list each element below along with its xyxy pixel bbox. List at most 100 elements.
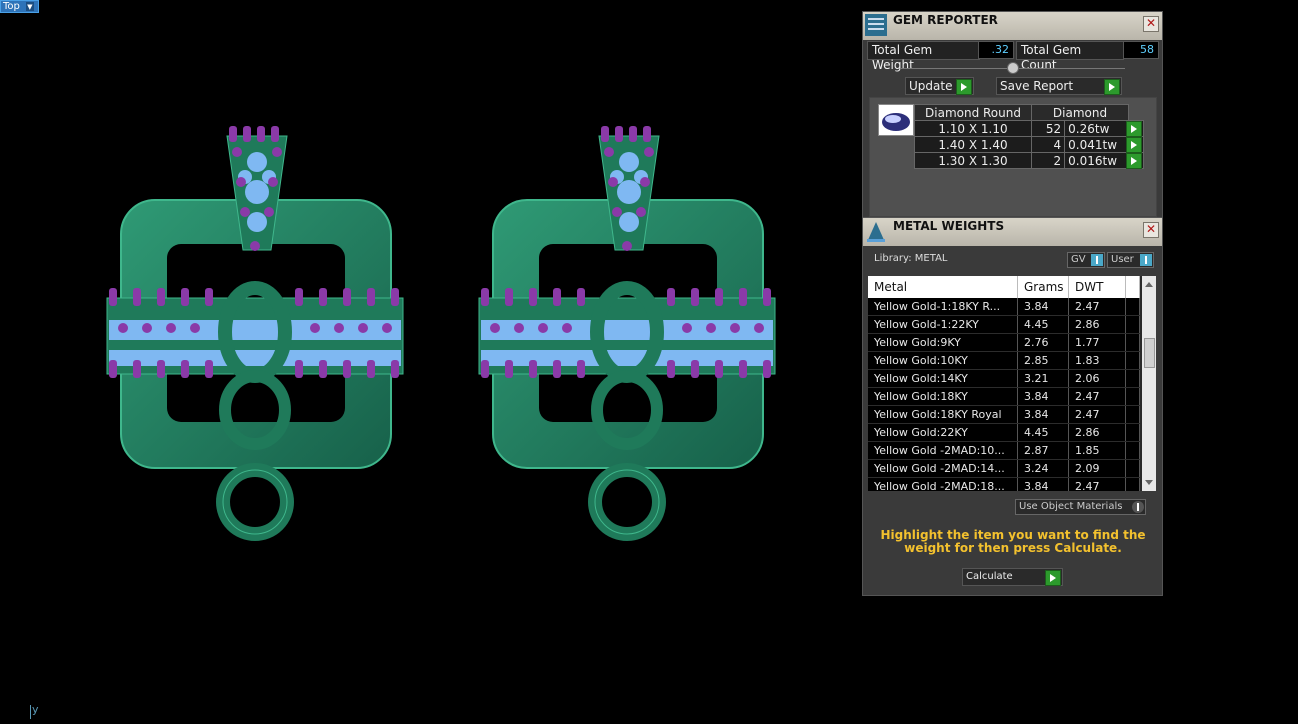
user-toggle[interactable]: User [1107,252,1154,268]
close-icon[interactable]: ✕ [1143,16,1159,32]
toggle-icon [1140,254,1152,266]
column-header-dwt[interactable]: DWT [1069,276,1126,298]
metal-cell-dwt: 2.47 [1069,298,1126,315]
gem-size: 1.10 X 1.10 [914,120,1032,137]
metal-cell-spacer [1126,316,1140,333]
metal-row[interactable]: Yellow Gold:10KY 2.85 1.83 [868,352,1140,370]
metal-row[interactable]: Yellow Gold:9KY 2.76 1.77 [868,334,1140,352]
metal-cell-spacer [1126,334,1140,351]
3d-viewport[interactable]: Top ▼ y [0,0,860,724]
play-icon [1126,121,1142,137]
metal-row[interactable]: Yellow Gold:14KY 3.21 2.06 [868,370,1140,388]
metal-cell-metal: Yellow Gold:10KY [868,352,1018,369]
metal-cell-dwt: 2.86 [1069,316,1126,333]
gem-count: 52 [1030,120,1066,137]
user-label: User [1111,254,1134,265]
metal-row[interactable]: Yellow Gold-1:18KY R... 3.84 2.47 [868,298,1140,316]
metal-cell-dwt: 1.77 [1069,334,1126,351]
metal-cell-spacer [1126,370,1140,387]
gem-row-go-button[interactable] [1126,152,1144,169]
metal-cell-spacer [1126,388,1140,405]
play-icon [1126,137,1142,153]
use-object-materials-label: Use Object Materials [1019,501,1123,512]
metal-cell-metal: Yellow Gold:18KY [868,388,1018,405]
metal-cell-metal: Yellow Gold:9KY [868,334,1018,351]
gem-weight: 0.041tw [1064,136,1129,153]
metal-cell-dwt: 2.47 [1069,406,1126,423]
scroll-thumb[interactable] [1144,338,1155,368]
gem-row[interactable]: 1.40 X 1.40 4 0.041tw [914,136,1144,153]
play-icon [956,79,972,95]
calculate-button[interactable]: Calculate [962,568,1063,586]
metal-row[interactable]: Yellow Gold -2MAD:18... 3.84 2.47 [868,478,1140,491]
metal-weights-title: METAL WEIGHTS [893,219,1005,233]
metal-cell-grams: 4.45 [1018,424,1069,441]
metal-row[interactable]: Yellow Gold-1:22KY 4.45 2.86 [868,316,1140,334]
metal-cell-metal: Yellow Gold -2MAD:14... [868,460,1018,477]
metal-cell-spacer [1126,424,1140,441]
metal-row[interactable]: Yellow Gold -2MAD:14... 3.24 2.09 [868,460,1140,478]
gem-count: 4 [1030,136,1066,153]
metal-cell-grams: 2.76 [1018,334,1069,351]
gem-report-area: Diamond Round Diamond 1.10 X 1.10 52 0.2… [869,97,1157,217]
metal-cell-spacer [1126,460,1140,477]
gem-count: 2 [1030,152,1066,169]
gem-row[interactable]: 1.10 X 1.10 52 0.26tw [914,120,1144,137]
gem-header-type: Diamond [1031,104,1129,121]
update-label: Update [909,79,953,93]
close-icon[interactable]: ✕ [1143,222,1159,238]
metal-cell-spacer [1126,478,1140,491]
radio-icon [1132,501,1144,513]
view-label-top[interactable]: Top ▼ [0,0,39,13]
scroll-down-icon[interactable] [1145,480,1153,485]
view-dropdown-icon[interactable]: ▼ [25,2,34,11]
gem-row-go-button[interactable] [1126,120,1144,137]
metal-row[interactable]: Yellow Gold:22KY 4.45 2.86 [868,424,1140,442]
gem-row-go-button[interactable] [1126,136,1144,153]
metal-cell-grams: 4.45 [1018,316,1069,333]
column-header-metal[interactable]: Metal [868,276,1018,298]
use-object-materials-toggle[interactable]: Use Object Materials [1015,499,1146,515]
column-header-grams[interactable]: Grams [1018,276,1069,298]
gem-reporter-title: GEM REPORTER [893,13,998,27]
metal-row[interactable]: Yellow Gold:18KY Royal 3.84 2.47 [868,406,1140,424]
metal-cell-metal: Yellow Gold:14KY [868,370,1018,387]
metal-list-scrollbar[interactable] [1142,276,1156,491]
total-count-value[interactable]: 58 [1123,41,1159,59]
gv-label: GV [1071,254,1086,265]
gem-size: 1.30 X 1.30 [914,152,1032,169]
metal-list-header: Metal Grams DWT [868,276,1140,298]
metal-cell-dwt: 1.85 [1069,442,1126,459]
total-count-label: Total Gem Count [1016,41,1124,72]
save-report-label: Save Report [1000,79,1074,93]
metal-cell-metal: Yellow Gold -2MAD:18... [868,478,1018,491]
metal-cell-dwt: 1.83 [1069,352,1126,369]
metal-cell-grams: 3.84 [1018,388,1069,405]
pendant-model-left[interactable] [105,122,410,547]
gem-row[interactable]: 1.30 X 1.30 2 0.016tw [914,152,1144,169]
calculate-hint: Highlight the item you want to find the … [880,528,1146,555]
pendant-model-right[interactable] [477,122,782,547]
update-button[interactable]: Update [905,77,974,95]
scroll-up-icon[interactable] [1145,282,1153,287]
metal-cell-dwt: 2.86 [1069,424,1126,441]
metal-cell-metal: Yellow Gold-1:18KY R... [868,298,1018,315]
metal-cell-grams: 2.85 [1018,352,1069,369]
metal-cell-grams: 3.84 [1018,298,1069,315]
metal-row[interactable]: Yellow Gold:18KY 3.84 2.47 [868,388,1140,406]
calculate-label: Calculate [966,571,1013,582]
save-report-button[interactable]: Save Report [996,77,1122,95]
metal-rows: Yellow Gold-1:18KY R... 3.84 2.47 Yellow Go… [868,298,1140,491]
column-header-spacer [1126,276,1140,298]
total-weight-value[interactable]: .32 [978,41,1014,59]
slider-handle[interactable] [1007,62,1019,74]
metal-row[interactable]: Yellow Gold -2MAD:10... 2.87 1.85 [868,442,1140,460]
metal-cell-metal: Yellow Gold -2MAD:10... [868,442,1018,459]
metal-weights-titlebar[interactable]: METAL WEIGHTS ✕ [863,218,1162,246]
gem-reporter-titlebar[interactable]: GEM REPORTER ✕ [863,12,1162,40]
view-name: Top [3,0,20,12]
gv-toggle[interactable]: GV [1067,252,1105,268]
total-weight-label: Total Gem Weight [867,41,980,72]
metal-cell-grams: 2.87 [1018,442,1069,459]
metal-list[interactable]: Metal Grams DWT Yellow Gold-1:18KY R... 3… [868,276,1156,491]
